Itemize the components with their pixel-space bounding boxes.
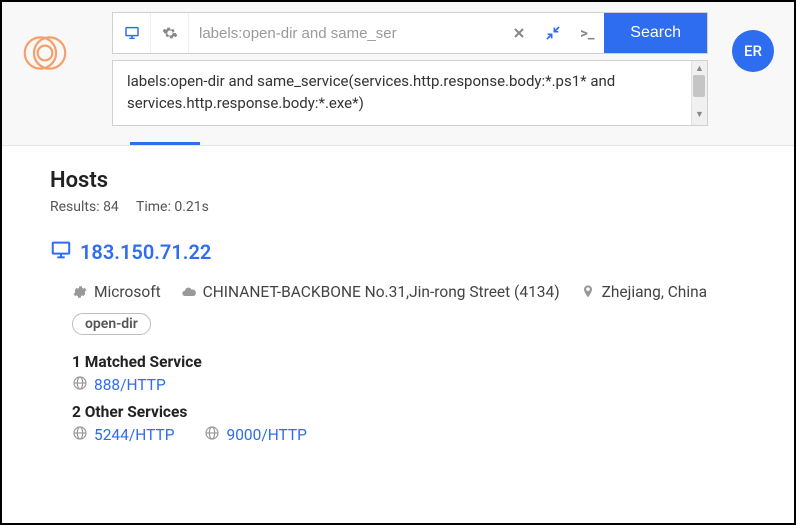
host-ip-link[interactable]: 183.150.71.22 [50,239,746,266]
matched-services-header: 1 Matched Service [72,353,746,371]
host-location: Zhejiang, China [602,278,708,307]
other-services-header: 2 Other Services [72,403,746,421]
label-tag[interactable]: open-dir [72,313,151,335]
hosts-mode-button[interactable] [113,13,151,53]
logo [22,30,72,76]
search-input[interactable] [189,13,502,53]
service-link[interactable]: 9000/HTTP [204,425,306,445]
host-asn: CHINANET-BACKBONE No.31,Jin-rong Street … [203,278,560,307]
active-tab-indicator [130,142,200,145]
host-meta: Microsoft CHINANET-BACKBONE No.31,Jin-ro… [72,278,746,307]
results-time: Time: 0.21s [136,199,209,215]
cloud-icon [181,284,197,300]
query-display: labels:open-dir and same_service(service… [112,60,708,126]
service-label: 9000/HTTP [226,426,306,444]
service-label: 5244/HTTP [94,426,174,444]
host-os: Microsoft [94,278,161,307]
monitor-icon [50,239,72,266]
service-link[interactable]: 5244/HTTP [72,425,174,445]
avatar[interactable]: ER [732,30,774,72]
results-count: Results: 84 [50,199,119,215]
globe-icon [72,425,88,445]
service-link[interactable]: 888/HTTP [72,375,166,395]
clear-icon[interactable] [502,13,536,53]
header: >_ Search labels:open-dir and same_servi… [2,2,794,146]
results-meta: Results: 84 Time: 0.21s [50,199,746,215]
search-bar: >_ Search [112,12,708,54]
globe-icon [72,375,88,395]
scrollbar[interactable]: ▲ ▼ [691,61,707,125]
terminal-icon[interactable]: >_ [570,13,604,53]
settings-button[interactable] [151,13,189,53]
host-ip: 183.150.71.22 [80,240,211,264]
section-title: Hosts [50,168,746,193]
globe-icon [204,425,220,445]
service-label: 888/HTTP [94,376,166,394]
results-panel: Hosts Results: 84 Time: 0.21s 183.150.71… [2,146,794,467]
collapse-icon[interactable] [536,13,570,53]
pin-icon [580,284,596,300]
query-text: labels:open-dir and same_service(service… [127,72,615,112]
gear-icon [72,284,88,300]
search-button[interactable]: Search [604,13,707,53]
